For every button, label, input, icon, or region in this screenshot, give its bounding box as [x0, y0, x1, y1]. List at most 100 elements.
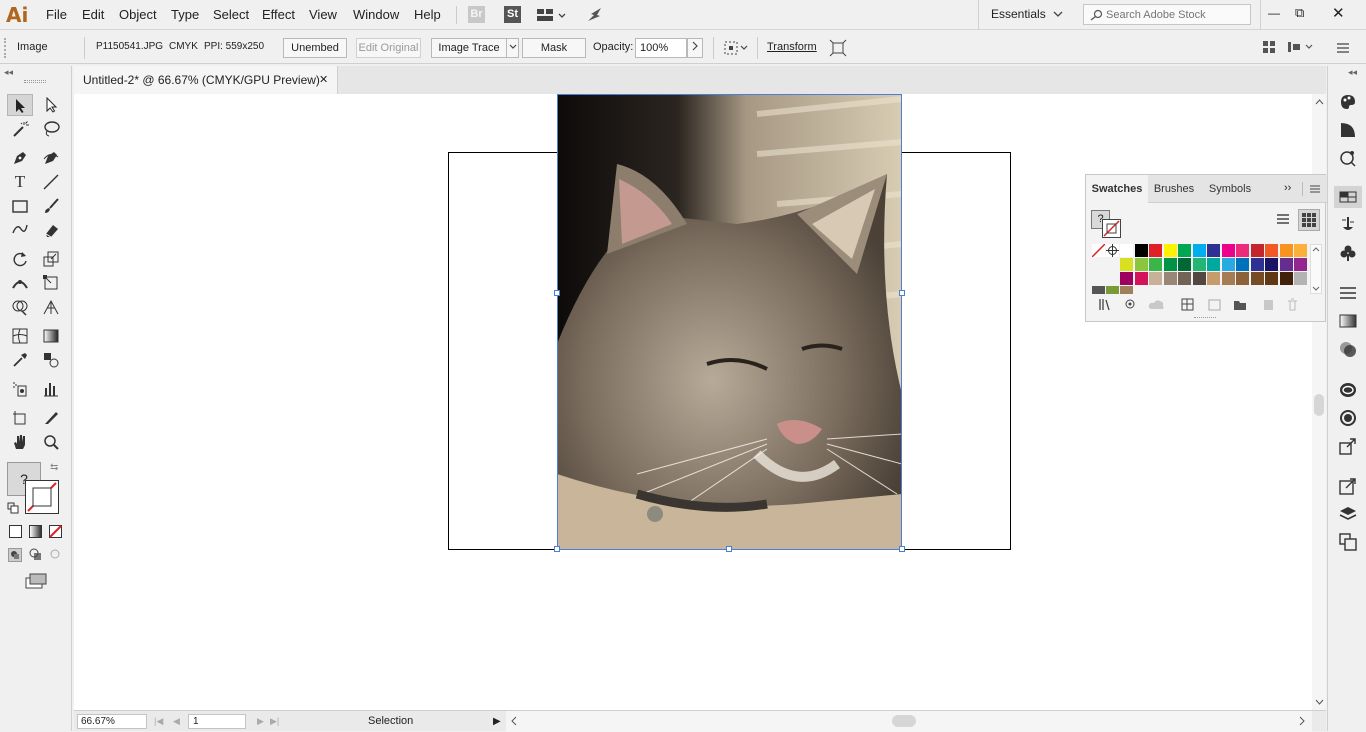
previous-artboard-icon[interactable]: ◀ — [173, 716, 180, 727]
first-artboard-icon[interactable]: |◀ — [154, 716, 163, 727]
pattern-swatch-3[interactable] — [1120, 286, 1133, 294]
brushes-icon[interactable] — [1339, 216, 1357, 234]
color-swatch[interactable] — [1134, 258, 1148, 271]
isolate-object-icon[interactable] — [829, 39, 847, 57]
gradient-panel-icon[interactable] — [1339, 121, 1357, 139]
none-mode-icon[interactable] — [49, 525, 62, 538]
color-swatch[interactable] — [1178, 258, 1191, 271]
type-tool-icon[interactable]: T — [7, 171, 33, 193]
menu-type[interactable]: Type — [171, 7, 199, 22]
resize-handle-left[interactable] — [554, 290, 560, 296]
mesh-tool-icon[interactable] — [7, 325, 33, 347]
blend-tool-icon[interactable] — [38, 349, 64, 371]
color-swatch[interactable] — [1192, 272, 1206, 285]
export-icon[interactable] — [1339, 477, 1357, 495]
menu-edit[interactable]: Edit — [82, 7, 104, 22]
gpu-performance-icon[interactable] — [585, 6, 605, 24]
color-swatch[interactable] — [1178, 272, 1191, 285]
delete-swatch-icon[interactable] — [1286, 298, 1299, 311]
color-swatch[interactable] — [1149, 272, 1162, 285]
linked-filename[interactable]: P1150541.JPG — [96, 41, 163, 52]
align-icon[interactable] — [724, 41, 750, 55]
color-swatch[interactable] — [1236, 258, 1249, 271]
stock-icon[interactable]: St — [504, 6, 521, 23]
draw-normal-icon[interactable] — [8, 548, 22, 562]
perspective-grid-tool-icon[interactable] — [38, 296, 64, 318]
panel-menu-icon[interactable] — [1309, 184, 1321, 194]
color-swatch[interactable] — [1134, 244, 1148, 257]
color-swatch[interactable] — [1221, 272, 1235, 285]
color-swatch[interactable] — [1207, 244, 1220, 257]
artboard-number-field[interactable]: 1 — [188, 714, 246, 729]
tab-symbols[interactable]: Symbols — [1202, 175, 1258, 203]
status-menu-arrow-icon[interactable]: ▶ — [493, 716, 501, 727]
color-swatch[interactable] — [1120, 272, 1133, 285]
layers-icon[interactable] — [1339, 505, 1357, 523]
color-swatch[interactable] — [1149, 244, 1162, 257]
menu-select[interactable]: Select — [213, 7, 249, 22]
eraser-tool-icon[interactable] — [38, 219, 64, 241]
color-swatch[interactable] — [1207, 272, 1220, 285]
color-swatch[interactable] — [1236, 244, 1249, 257]
draw-inside-icon[interactable] — [49, 548, 63, 562]
new-swatch-icon[interactable] — [1262, 298, 1275, 311]
color-swatch[interactable] — [1265, 272, 1278, 285]
pen-tool-icon[interactable] — [7, 147, 33, 169]
color-swatch[interactable] — [1265, 244, 1278, 257]
last-artboard-icon[interactable]: ▶| — [270, 716, 279, 727]
transform-link[interactable]: Transform — [767, 41, 817, 53]
menu-window[interactable]: Window — [353, 7, 399, 22]
color-swatch[interactable] — [1221, 244, 1235, 257]
pattern-swatch-2[interactable] — [1106, 286, 1119, 294]
shape-builder-tool-icon[interactable] — [7, 296, 33, 318]
screen-mode-icon[interactable] — [25, 573, 47, 589]
gradient-mode-icon[interactable] — [29, 525, 42, 538]
color-swatch[interactable] — [1250, 258, 1264, 271]
cloud-libraries-icon[interactable] — [1148, 299, 1166, 310]
color-swatch[interactable] — [1250, 272, 1264, 285]
next-artboard-icon[interactable]: ▶ — [257, 716, 264, 727]
color-guide-icon[interactable] — [1339, 93, 1357, 111]
panel-resize-grip[interactable] — [1194, 317, 1216, 320]
hand-tool-icon[interactable] — [7, 431, 33, 453]
bridge-icon[interactable]: Br — [468, 6, 485, 23]
color-swatch[interactable] — [1120, 244, 1133, 257]
swatches-dock-button[interactable] — [1334, 186, 1362, 208]
curvature-tool-icon[interactable] — [38, 147, 64, 169]
gradient-tool-icon[interactable] — [38, 325, 64, 347]
grid-view-icon[interactable] — [1298, 209, 1320, 231]
color-swatch[interactable] — [1294, 272, 1307, 285]
rotate-tool-icon[interactable] — [7, 248, 33, 270]
menu-file[interactable]: File — [46, 7, 67, 22]
color-swatch[interactable] — [1134, 272, 1148, 285]
free-transform-tool-icon[interactable] — [38, 272, 64, 294]
stock-search-field[interactable] — [1083, 4, 1251, 25]
line-tool-icon[interactable] — [38, 171, 64, 193]
tools-grip[interactable] — [24, 80, 46, 83]
new-color-group-icon[interactable] — [1208, 298, 1221, 311]
width-tool-icon[interactable] — [7, 272, 33, 294]
menu-view[interactable]: View — [309, 7, 337, 22]
none-swatch[interactable] — [1091, 243, 1106, 258]
graphic-styles-icon[interactable] — [1339, 409, 1357, 427]
mask-button[interactable]: Mask — [522, 38, 586, 58]
scroll-left-icon[interactable] — [510, 716, 518, 726]
appearance-icon[interactable] — [1339, 381, 1357, 399]
color-swatch[interactable] — [1163, 272, 1177, 285]
resize-handle-right[interactable] — [899, 290, 905, 296]
control-bar-grip[interactable] — [4, 38, 6, 58]
swap-fill-stroke-icon[interactable]: ⇆ — [50, 462, 58, 473]
edit-original-button[interactable]: Edit Original — [356, 38, 421, 58]
default-fill-stroke-icon[interactable] — [7, 502, 19, 514]
color-swatch[interactable] — [1192, 258, 1206, 271]
scale-tool-icon[interactable] — [38, 248, 64, 270]
color-swatch[interactable] — [1192, 244, 1206, 257]
control-menu-icon[interactable] — [1335, 41, 1351, 55]
artboard-tool-icon[interactable] — [7, 407, 33, 429]
zoom-tool-icon[interactable] — [38, 431, 64, 453]
color-swatch[interactable] — [1163, 244, 1177, 257]
color-swatch[interactable] — [1294, 244, 1307, 257]
lasso-tool-icon[interactable] — [38, 118, 64, 140]
links-icon[interactable] — [1339, 149, 1357, 167]
image-trace-dropdown[interactable] — [507, 38, 519, 58]
